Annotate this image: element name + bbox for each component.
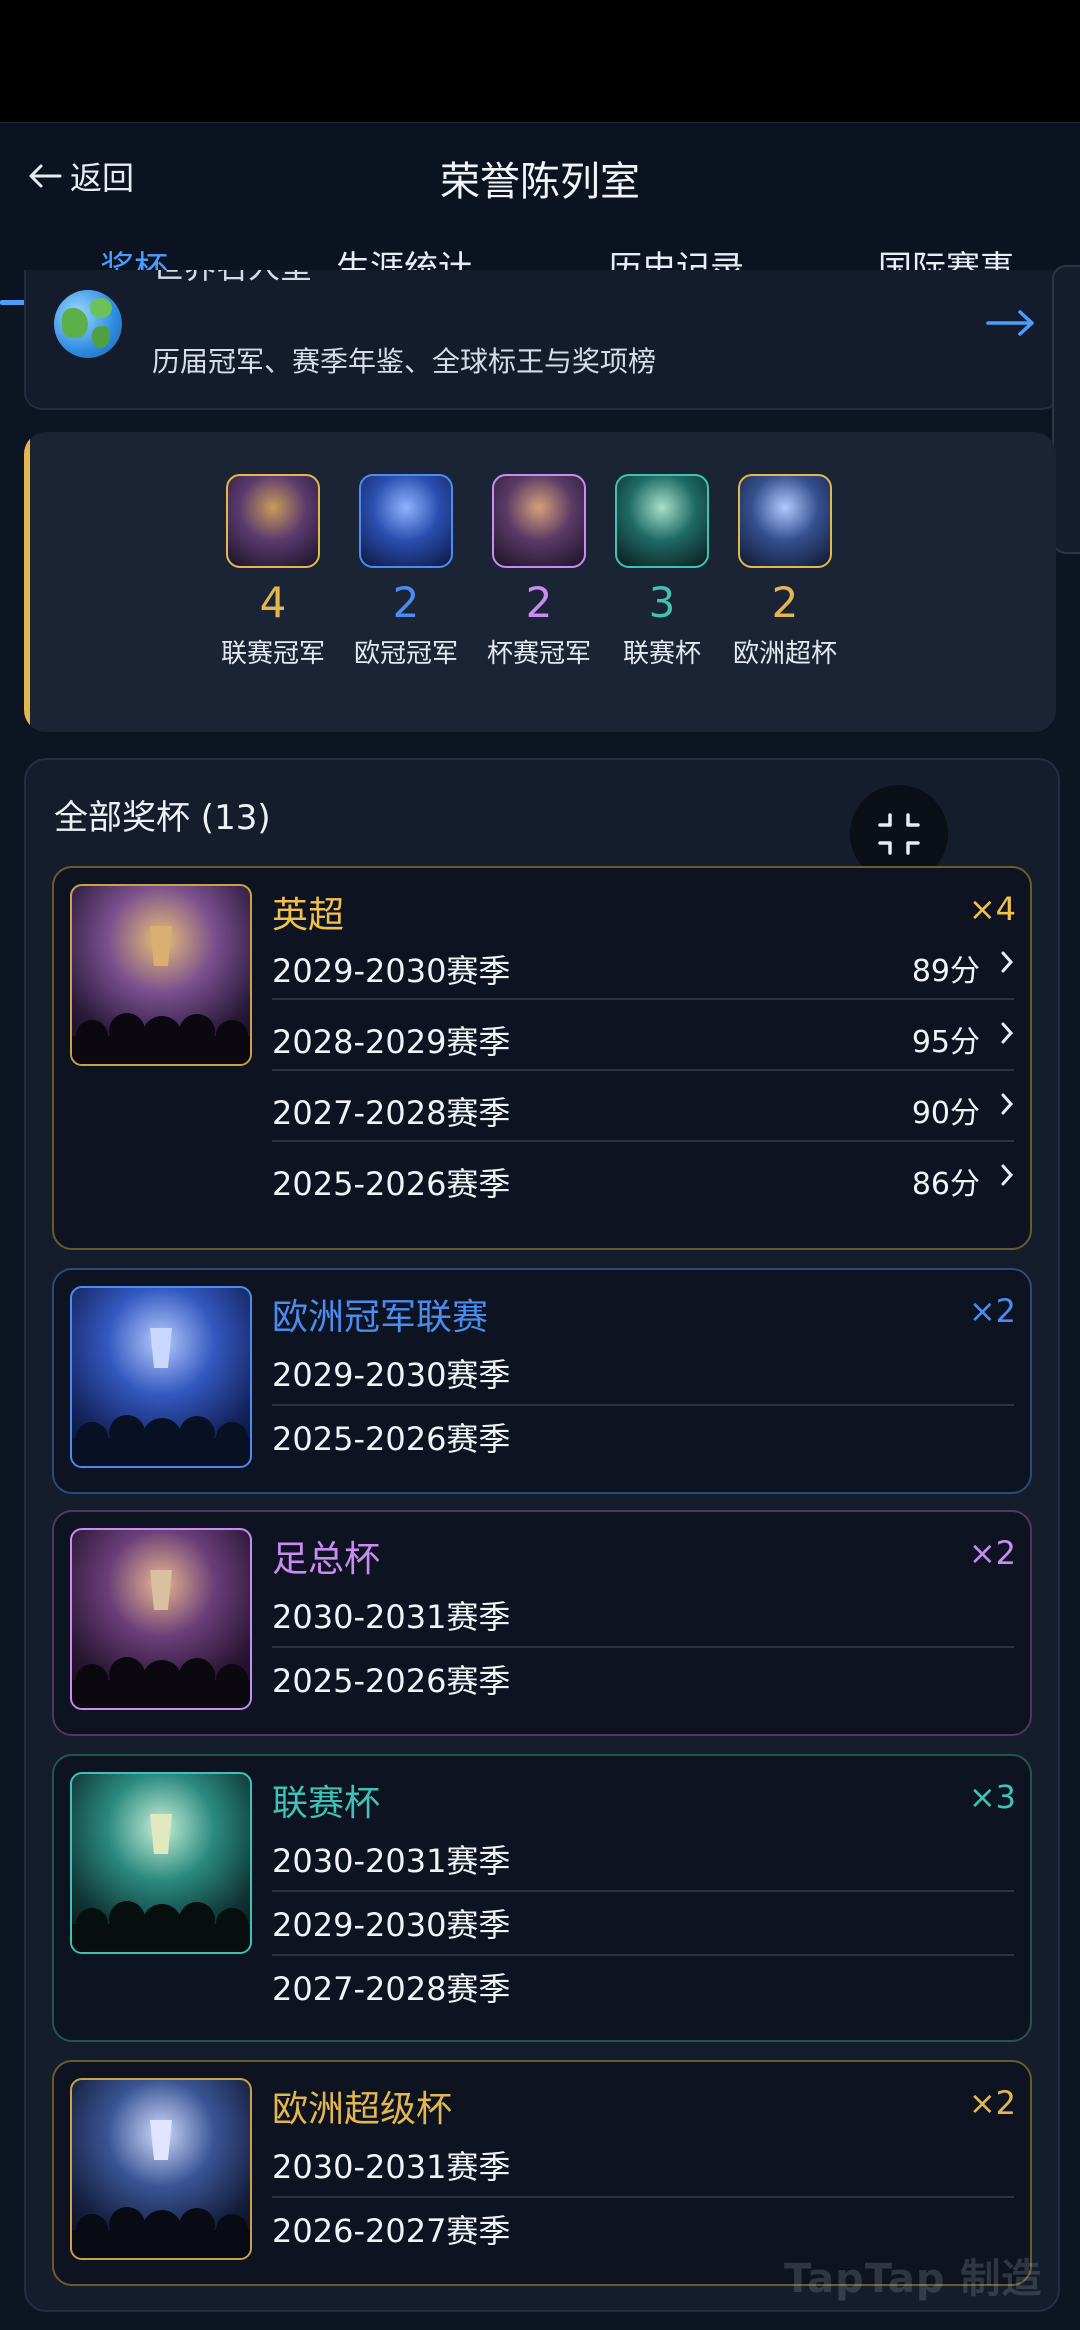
- trophy-name: 足总杯: [272, 1539, 381, 1580]
- trophy-multiplier: ×2: [968, 1292, 1016, 1330]
- season-row: 2025-2026赛季: [272, 1406, 1014, 1468]
- season-row[interactable]: 2028-2029赛季 95分: [272, 999, 1014, 1071]
- summary-thumb-league: [226, 474, 320, 568]
- season-points: 86分: [911, 1167, 980, 1202]
- page-title: 荣誉陈列室: [440, 159, 640, 205]
- season-label: 2028-2029赛季: [272, 1023, 511, 1061]
- season-row: 2029-2030赛季: [272, 1342, 1014, 1406]
- season-row[interactable]: 2029-2030赛季 89分: [272, 928, 1014, 1000]
- season-row: 2030-2031赛季: [272, 2134, 1014, 2198]
- season-label: 2027-2028赛季: [272, 1094, 511, 1132]
- hall-of-fame-card[interactable]: 世界名人堂 历届冠军、赛季年鉴、全球标王与奖项榜: [24, 270, 1060, 410]
- season-label: 2029-2030赛季: [272, 1356, 511, 1394]
- summary-label: 联赛冠军: [220, 639, 325, 669]
- top-bar: 返回 荣誉陈列室: [0, 122, 1080, 228]
- summary-thumb-cup: [492, 474, 586, 568]
- season-label: 2025-2026赛季: [272, 1662, 511, 1700]
- trophy-name: 联赛杯: [272, 1783, 381, 1824]
- season-label: 2030-2031赛季: [272, 1842, 511, 1880]
- summary-item-ucl[interactable]: 2 欧冠冠军: [341, 474, 471, 670]
- season-label: 2025-2026赛季: [272, 1165, 511, 1203]
- arrow-right-icon[interactable]: [986, 308, 1036, 338]
- chevron-right-icon: [1001, 1093, 1014, 1115]
- summary-count: 3: [648, 578, 676, 627]
- summary-label: 联赛杯: [622, 639, 701, 669]
- chevron-right-icon: [1001, 1022, 1014, 1044]
- season-label: 2025-2026赛季: [272, 1420, 511, 1458]
- season-points: 90分: [911, 1096, 980, 1131]
- season-row: 2027-2028赛季: [272, 1956, 1014, 2018]
- trophy-group-league-cup: 联赛杯 ×3 2030-2031赛季 2029-2030赛季 2027-2028…: [52, 1754, 1032, 2042]
- summary-thumb-league-cup: [615, 474, 709, 568]
- trophy-multiplier: ×2: [968, 2084, 1016, 2122]
- season-row: 2030-2031赛季: [272, 1584, 1014, 1648]
- summary-thumb-super-cup: [738, 474, 832, 568]
- summary-item-league[interactable]: 4 联赛冠军: [208, 474, 338, 670]
- season-row: 2025-2026赛季: [272, 1648, 1014, 1710]
- summary-accent-bar: [24, 432, 30, 732]
- season-label: 2030-2031赛季: [272, 1598, 511, 1636]
- summary-label: 欧冠冠军: [353, 639, 458, 669]
- summary-count: 4: [259, 578, 287, 627]
- chevron-right-icon: [1001, 951, 1014, 973]
- trophy-group-premier-league: 英超 ×4 2029-2030赛季 89分 2028-2029赛季 95分 20…: [52, 866, 1032, 1250]
- trophy-summary-card: 4 联赛冠军 2 欧冠冠军 2 杯赛冠军 3 联赛杯 2 欧洲超杯: [24, 432, 1056, 732]
- summary-label: 欧洲超杯: [732, 639, 837, 669]
- trophy-image: [70, 1528, 252, 1710]
- season-label: 2026-2027赛季: [272, 2212, 511, 2250]
- summary-count: 2: [771, 578, 799, 627]
- all-trophies-title: 全部奖杯 (13): [54, 798, 271, 838]
- trophy-image: [70, 1286, 252, 1468]
- trophy-multiplier: ×4: [968, 890, 1016, 928]
- trophy-image: [70, 884, 252, 1066]
- trophy-multiplier: ×2: [968, 1534, 1016, 1572]
- season-row: 2029-2030赛季: [272, 1892, 1014, 1956]
- status-bar: [0, 0, 1080, 122]
- watermark: TapTap 制造: [784, 2256, 1043, 2302]
- trophy-image: [70, 1772, 252, 1954]
- summary-count: 2: [525, 578, 553, 627]
- hall-of-fame-subtitle: 历届冠军、赛季年鉴、全球标王与奖项榜: [152, 345, 657, 378]
- season-row[interactable]: 2025-2026赛季 86分: [272, 1141, 1014, 1211]
- season-points: 89分: [911, 954, 980, 989]
- season-label: 2029-2030赛季: [272, 1906, 511, 1944]
- hall-of-fame-title: 世界名人堂: [152, 270, 312, 288]
- summary-label: 杯赛冠军: [486, 639, 591, 669]
- summary-count: 2: [392, 578, 420, 627]
- chevron-right-icon: [1001, 1164, 1014, 1186]
- side-drawer-handle[interactable]: [1052, 265, 1080, 554]
- season-row: 2030-2031赛季: [272, 1828, 1014, 1892]
- summary-thumb-ucl: [359, 474, 453, 568]
- season-label: 2030-2031赛季: [272, 2148, 511, 2186]
- summary-item-super-cup[interactable]: 2 欧洲超杯: [720, 474, 850, 670]
- season-label: 2029-2030赛季: [272, 952, 511, 990]
- trophy-group-champions-league: 欧洲冠军联赛 ×2 2029-2030赛季 2025-2026赛季: [52, 1268, 1032, 1494]
- season-points: 95分: [911, 1025, 980, 1060]
- trophy-multiplier: ×3: [968, 1778, 1016, 1816]
- season-label: 2027-2028赛季: [272, 1970, 511, 2008]
- season-row[interactable]: 2027-2028赛季 90分: [272, 1070, 1014, 1142]
- trophy-name: 欧洲超级杯: [272, 2089, 453, 2130]
- trophy-image: [70, 2078, 252, 2260]
- summary-item-league-cup[interactable]: 3 联赛杯: [597, 474, 727, 670]
- trophy-name: 欧洲冠军联赛: [272, 1297, 489, 1338]
- trophy-group-fa-cup: 足总杯 ×2 2030-2031赛季 2025-2026赛季: [52, 1510, 1032, 1736]
- globe-icon: [54, 290, 122, 358]
- summary-item-cup[interactable]: 2 杯赛冠军: [474, 474, 604, 670]
